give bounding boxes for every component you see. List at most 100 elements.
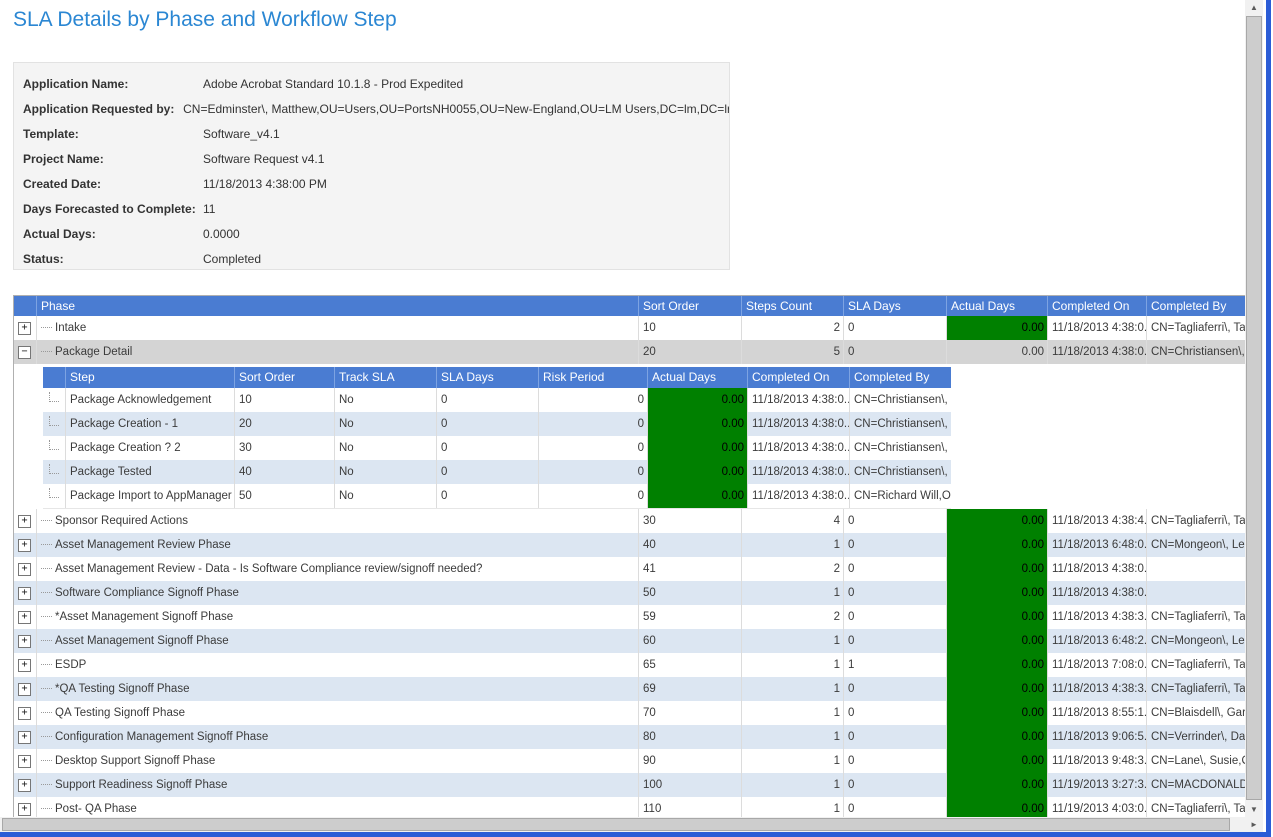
horizontal-scrollbar[interactable]: ► bbox=[0, 817, 1263, 832]
scroll-down-button[interactable]: ▼ bbox=[1245, 802, 1263, 818]
cell-actual_days: 0.00 bbox=[946, 749, 1047, 773]
cell-risk_period: 0 bbox=[538, 412, 647, 436]
expand-icon[interactable]: + bbox=[18, 707, 31, 720]
phase-row[interactable]: +Support Readiness Signoff Phase100100.0… bbox=[14, 773, 1247, 797]
workflow-steps-subgrid: StepSort OrderTrack SLASLA DaysRisk Peri… bbox=[43, 367, 951, 509]
phase-row[interactable]: +Asset Management Review - Data - Is Sof… bbox=[14, 557, 1247, 581]
phase-row-expander-cell: + bbox=[14, 629, 36, 653]
column-header-completed_on[interactable]: Completed On bbox=[1047, 296, 1146, 316]
step-row[interactable]: Package Import to AppManager50No000.0011… bbox=[43, 484, 951, 508]
cell-completed_by: CN=Richard Will,O... bbox=[849, 484, 951, 508]
phase-row[interactable]: −Package Detail20500.0011/18/2013 4:38:0… bbox=[14, 340, 1247, 364]
column-header-sort_order[interactable]: Sort Order bbox=[234, 367, 334, 388]
expand-icon[interactable]: + bbox=[18, 563, 31, 576]
phase-row[interactable]: +Asset Management Review Phase40100.0011… bbox=[14, 533, 1247, 557]
cell-sla_days: 0 bbox=[843, 677, 946, 701]
vertical-scrollbar-thumb[interactable] bbox=[1246, 16, 1262, 800]
cell-actual_days: 0.00 bbox=[946, 653, 1047, 677]
step-row[interactable]: Package Tested40No000.0011/18/2013 4:38:… bbox=[43, 460, 951, 484]
column-header-steps_count[interactable]: Steps Count bbox=[741, 296, 843, 316]
vertical-scrollbar[interactable]: ▲ ▼ bbox=[1245, 0, 1263, 818]
cell-steps_count: 1 bbox=[741, 725, 843, 749]
report-page: SLA Details by Phase and Workflow Step A… bbox=[0, 0, 1273, 837]
horizontal-scrollbar-thumb[interactable] bbox=[2, 818, 1230, 831]
cell-sort_order: 30 bbox=[234, 436, 334, 460]
phase-row[interactable]: +Asset Management Signoff Phase60100.001… bbox=[14, 629, 1247, 653]
scroll-up-button[interactable]: ▲ bbox=[1245, 0, 1263, 16]
cell-steps_count: 1 bbox=[741, 701, 843, 725]
phase-row-expander-cell: + bbox=[14, 749, 36, 773]
cell-completed_on: 11/18/2013 9:48:3... bbox=[1047, 749, 1146, 773]
cell-sla_days: 0 bbox=[843, 581, 946, 605]
expand-icon[interactable]: + bbox=[18, 731, 31, 744]
step-row[interactable]: Package Acknowledgement10No000.0011/18/2… bbox=[43, 388, 951, 412]
cell-sla_days: 0 bbox=[436, 460, 538, 484]
expand-icon[interactable]: + bbox=[18, 755, 31, 768]
phase-row-expander-cell: + bbox=[14, 677, 36, 701]
column-header-risk_period[interactable]: Risk Period bbox=[538, 367, 647, 388]
phase-row[interactable]: +ESDP65110.0011/18/2013 7:08:0...CN=Tagl… bbox=[14, 653, 1247, 677]
expand-icon[interactable]: + bbox=[18, 611, 31, 624]
expand-icon[interactable]: + bbox=[18, 587, 31, 600]
step-row[interactable]: Package Creation ? 230No000.0011/18/2013… bbox=[43, 436, 951, 460]
cell-completed_on: 11/18/2013 4:38:3... bbox=[1047, 677, 1146, 701]
phase-row-expander-cell: + bbox=[14, 725, 36, 749]
info-row: Actual Days:0.0000 bbox=[14, 222, 729, 247]
phase-row[interactable]: +*QA Testing Signoff Phase69100.0011/18/… bbox=[14, 677, 1247, 701]
cell-completed_by: CN=Tagliaferri\, Ta... bbox=[1146, 677, 1247, 701]
cell-sort_order: 70 bbox=[638, 701, 741, 725]
phase-row[interactable]: +QA Testing Signoff Phase70100.0011/18/2… bbox=[14, 701, 1247, 725]
phase-row[interactable]: +*Asset Management Signoff Phase59200.00… bbox=[14, 605, 1247, 629]
cell-completed_on: 11/18/2013 6:48:2... bbox=[1047, 629, 1146, 653]
step-row-expander-cell bbox=[43, 460, 65, 484]
cell-sort_order: 40 bbox=[638, 533, 741, 557]
column-header-actual_days[interactable]: Actual Days bbox=[946, 296, 1047, 316]
column-header-sla_days[interactable]: SLA Days bbox=[843, 296, 946, 316]
phase-row[interactable]: +Intake10200.0011/18/2013 4:38:0...CN=Ta… bbox=[14, 316, 1247, 340]
column-header-completed_by[interactable]: Completed By bbox=[849, 367, 951, 388]
column-header-sort_order[interactable]: Sort Order bbox=[638, 296, 741, 316]
column-header-phase[interactable]: Phase bbox=[36, 296, 638, 316]
cell-completed_on: 11/18/2013 4:38:0... bbox=[1047, 581, 1146, 605]
column-header-completed_by[interactable]: Completed By bbox=[1146, 296, 1247, 316]
info-label: Project Name: bbox=[14, 147, 203, 172]
cell-completed_by: CN=Christiansen\, ... bbox=[849, 388, 951, 412]
cell-actual_days: 0.00 bbox=[946, 725, 1047, 749]
cell-actual_days: 0.00 bbox=[946, 677, 1047, 701]
collapse-icon[interactable]: − bbox=[18, 346, 31, 359]
cell-sort_order: 20 bbox=[234, 412, 334, 436]
cell-completed_by: CN=Christiansen\, .. bbox=[1146, 340, 1247, 364]
step-row-expander-cell bbox=[43, 412, 65, 436]
phase-row[interactable]: +Desktop Support Signoff Phase90100.0011… bbox=[14, 749, 1247, 773]
expand-icon[interactable]: + bbox=[18, 683, 31, 696]
info-row: Status:Completed bbox=[14, 247, 729, 272]
column-header-step[interactable]: Step bbox=[65, 367, 234, 388]
cell-completed_on: 11/18/2013 6:48:0... bbox=[1047, 533, 1146, 557]
cell-sla_days: 0 bbox=[843, 749, 946, 773]
step-row[interactable]: Package Creation - 120No000.0011/18/2013… bbox=[43, 412, 951, 436]
dotted-connector bbox=[41, 736, 52, 738]
expand-icon[interactable]: + bbox=[18, 539, 31, 552]
phase-row[interactable]: +Software Compliance Signoff Phase50100.… bbox=[14, 581, 1247, 605]
expand-icon[interactable]: + bbox=[18, 803, 31, 816]
expand-icon[interactable]: + bbox=[18, 779, 31, 792]
expand-icon[interactable]: + bbox=[18, 635, 31, 648]
scroll-right-button[interactable]: ► bbox=[1245, 817, 1263, 832]
cell-phase: Configuration Management Signoff Phase bbox=[36, 725, 638, 749]
cell-actual_days: 0.00 bbox=[946, 316, 1047, 340]
cell-completed_by: CN=Verrinder\, Da... bbox=[1146, 725, 1247, 749]
column-header-actual_days[interactable]: Actual Days bbox=[647, 367, 747, 388]
phase-row[interactable]: +Sponsor Required Actions30400.0011/18/2… bbox=[14, 509, 1247, 533]
expand-icon[interactable]: + bbox=[18, 322, 31, 335]
column-header-track_sla[interactable]: Track SLA bbox=[334, 367, 436, 388]
expand-icon[interactable]: + bbox=[18, 515, 31, 528]
phase-row[interactable]: +Configuration Management Signoff Phase8… bbox=[14, 725, 1247, 749]
column-header-completed_on[interactable]: Completed On bbox=[747, 367, 849, 388]
cell-sla_days: 0 bbox=[843, 773, 946, 797]
column-header-sla_days[interactable]: SLA Days bbox=[436, 367, 538, 388]
cell-phase: Intake bbox=[36, 316, 638, 340]
cell-phase: Asset Management Review Phase bbox=[36, 533, 638, 557]
info-label: Application Requested by: bbox=[14, 97, 183, 122]
info-value: 0.0000 bbox=[203, 222, 240, 247]
expand-icon[interactable]: + bbox=[18, 659, 31, 672]
